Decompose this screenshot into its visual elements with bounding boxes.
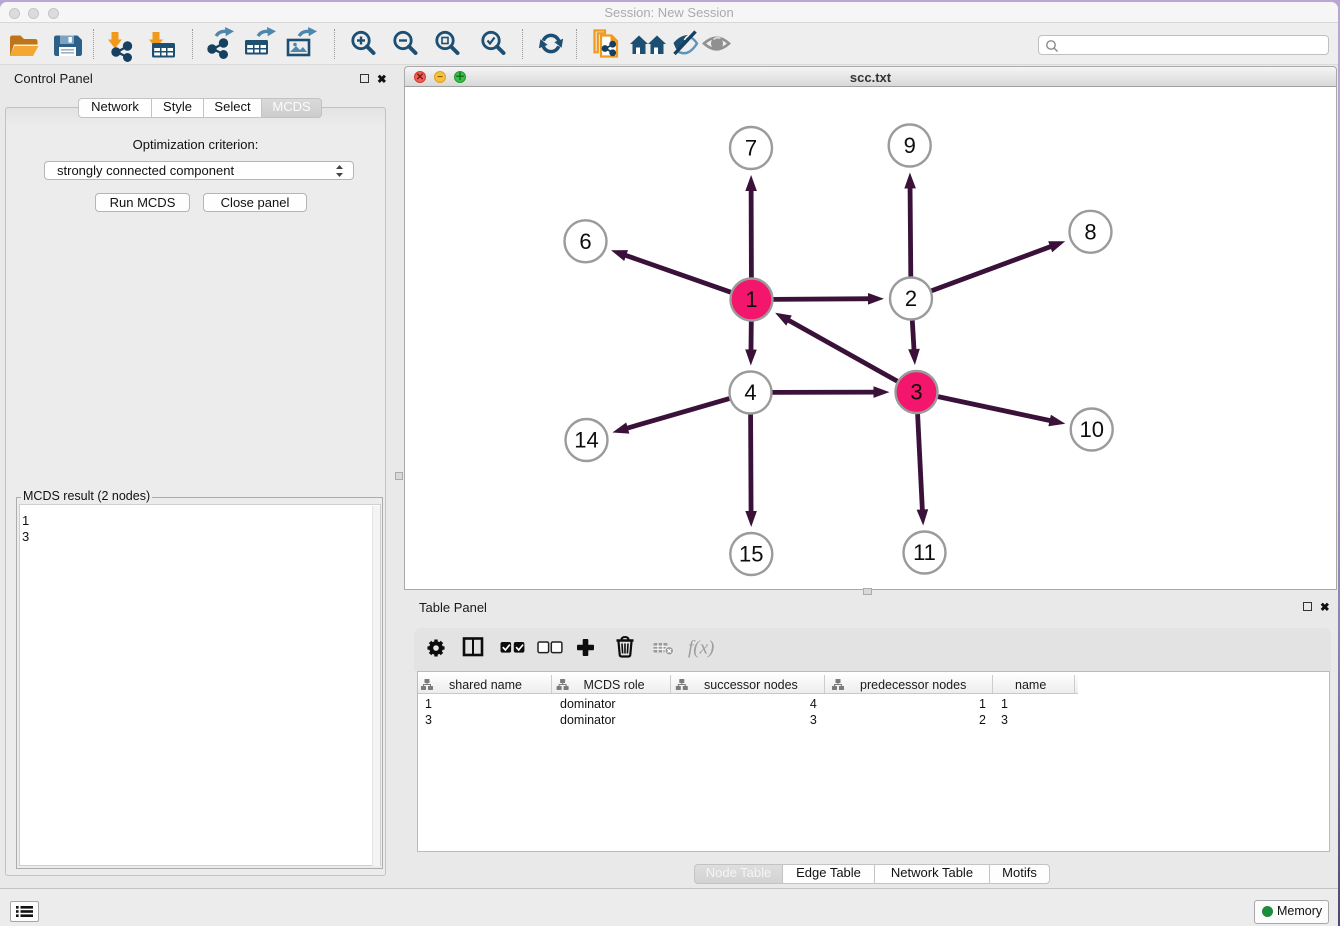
svg-text:f(x): f(x) xyxy=(688,638,714,659)
svg-text:3: 3 xyxy=(910,380,922,405)
svg-text:14: 14 xyxy=(574,428,598,453)
svg-text:9: 9 xyxy=(904,133,916,158)
svg-text:15: 15 xyxy=(739,542,763,567)
svg-text:6: 6 xyxy=(579,229,591,254)
svg-text:4: 4 xyxy=(744,380,756,405)
svg-text:7: 7 xyxy=(745,136,757,161)
svg-text:2: 2 xyxy=(905,286,917,311)
svg-text:10: 10 xyxy=(1079,417,1103,442)
svg-text:1: 1 xyxy=(745,287,757,312)
svg-text:8: 8 xyxy=(1084,219,1096,244)
svg-text:11: 11 xyxy=(913,540,936,565)
